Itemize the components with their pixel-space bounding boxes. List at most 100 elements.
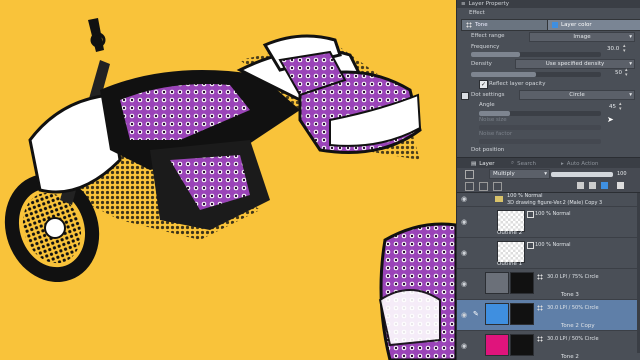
layer-color-toggle-icon[interactable] (601, 182, 608, 189)
layer-row-tone-2-copy[interactable]: ◉ ✎ 30.0 LPI / 50% Circle Tone 2 Copy (457, 300, 640, 331)
layer-row-outline-1[interactable]: ◉ 100 % Normal Outline 1 (457, 238, 640, 269)
tone-layer-icon (537, 336, 543, 342)
pen-icon: ✎ (473, 310, 479, 318)
tone-layer-icon (537, 274, 543, 280)
tab-layer[interactable]: ▤ Layer (471, 159, 495, 168)
visibility-eye-icon[interactable]: ◉ (461, 196, 469, 203)
layer-property-title: Layer Property (468, 1, 509, 7)
noise-size-label: Noise size (479, 117, 507, 123)
motorcycle-illustration (4, 18, 456, 360)
noise-size-slider[interactable] (479, 125, 601, 130)
new-layer-icon[interactable] (589, 182, 596, 189)
play-icon: ▸ (561, 160, 564, 167)
layer-thumbnail (497, 241, 525, 263)
layer-opacity-slider[interactable] (551, 172, 613, 177)
layer-blend-label: 30.0 LPI / 75% Circle (547, 274, 599, 280)
panel-grip-icon: ≡ (461, 1, 466, 7)
layer-mask-thumbnail (510, 272, 534, 294)
layer-property-titlebar[interactable]: ≡ Layer Property (457, 0, 640, 8)
reflect-opacity-checkbox[interactable]: ✓ (479, 80, 488, 89)
tone-effect-button[interactable]: Tone (461, 19, 551, 31)
layer-toolbar (457, 180, 640, 193)
chevron-down-icon: ▾ (629, 34, 632, 40)
layer-color-button[interactable]: Layer color (547, 19, 640, 31)
layer-thumbnail (485, 334, 509, 356)
visibility-eye-icon[interactable]: ◉ (461, 312, 469, 319)
layer-blend-label: 30.0 LPI / 50% Circle (547, 305, 599, 311)
density-stepper[interactable]: ▴ ▾ (625, 68, 628, 78)
layer-row-tone-3[interactable]: ◉ 30.0 LPI / 75% Circle Tone 3 (457, 269, 640, 300)
noise-factor-label: Noise factor (479, 131, 513, 137)
dot-settings-checkbox[interactable] (461, 92, 469, 100)
layer-settings-icon[interactable] (465, 170, 474, 179)
chevron-down-icon: ▾ (544, 171, 547, 177)
drawing-canvas[interactable] (0, 0, 456, 360)
reflect-opacity-label: Reflect layer opacity (489, 81, 546, 87)
tab-search[interactable]: ⌕ Search (511, 159, 536, 168)
layer-color-swatch-icon (552, 22, 558, 28)
tone-icon (466, 22, 472, 28)
layer-blend-label: 30.0 LPI / 50% Circle (547, 336, 599, 342)
layer-row-folder[interactable]: ◉ 100 % Normal 3D drawing figure-Ver.2 (… (457, 193, 640, 207)
density-label: Density (471, 61, 492, 67)
chevron-down-icon: ▾ (629, 61, 632, 67)
layer-thumbnail (497, 210, 525, 232)
density-value: Use specified density (545, 61, 605, 67)
layer-name: Tone 2 (561, 354, 579, 360)
raster-layer-icon (527, 211, 534, 218)
effect-range-value: Image (573, 34, 591, 40)
layer-name: Outline 2 (497, 230, 523, 236)
effect-range-label: Effect range (471, 33, 505, 39)
layer-blend-label: 100 % Normal (535, 211, 571, 217)
right-panel: ≡ Layer Property Effect Tone Layer color… (456, 0, 640, 360)
delete-layer-icon[interactable] (617, 182, 624, 189)
layer-thumbnail (485, 303, 509, 325)
tab-search-label: Search (517, 160, 536, 167)
layer-blend-label: 100 % Normal (507, 193, 543, 199)
noise-factor-slider[interactable] (479, 139, 601, 144)
visibility-eye-icon[interactable]: ◉ (461, 250, 469, 257)
density-slider[interactable] (471, 72, 601, 77)
frequency-stepper[interactable]: ▴ ▾ (623, 44, 626, 54)
angle-slider[interactable] (479, 111, 601, 116)
tab-layer-label: Layer (479, 160, 495, 167)
clip-icon[interactable] (465, 182, 474, 191)
raster-layer-icon (527, 242, 534, 249)
visibility-eye-icon[interactable]: ◉ (461, 219, 469, 226)
search-icon: ⌕ (511, 160, 515, 166)
tab-auto-action[interactable]: ▸ Auto Action (561, 159, 599, 168)
density-number[interactable]: 50 (615, 70, 622, 76)
frequency-label: Frequency (471, 44, 500, 50)
layer-name: Outline 1 (497, 261, 523, 267)
layer-tabs-bar: ▤ Layer ⌕ Search ▸ Auto Action (457, 157, 640, 168)
dot-settings-value: Circle (569, 92, 585, 98)
effect-range-select[interactable]: Image ▾ (529, 32, 635, 42)
blend-mode-value: Multiply (493, 171, 515, 177)
layers-icon: ▤ (471, 160, 477, 167)
layer-thumbnail (485, 272, 509, 294)
angle-value[interactable]: 45 (609, 104, 616, 110)
frequency-value[interactable]: 30.0 (607, 46, 619, 52)
tab-auto-action-label: Auto Action (566, 160, 599, 167)
density-select[interactable]: Use specified density ▾ (515, 59, 635, 69)
dot-settings-label: Dot settings (471, 92, 505, 98)
dot-settings-select[interactable]: Circle ▾ (519, 90, 635, 100)
layer-blend-label: 100 % Normal (535, 242, 571, 248)
reference-icon[interactable] (493, 182, 502, 191)
folder-icon (495, 196, 503, 202)
visibility-eye-icon[interactable]: ◉ (461, 281, 469, 288)
tone-button-label: Tone (475, 22, 488, 28)
mask-icon[interactable] (577, 182, 584, 189)
lock-icon[interactable] (479, 182, 488, 191)
layer-row-tone-2[interactable]: ◉ 30.0 LPI / 50% Circle Tone 2 (457, 331, 640, 360)
blend-mode-select[interactable]: Multiply ▾ (489, 169, 550, 179)
angle-stepper[interactable]: ▴ ▾ (619, 102, 622, 112)
layer-opacity-value[interactable]: 100 (617, 171, 627, 177)
layer-name: Tone 3 (561, 292, 579, 298)
visibility-eye-icon[interactable]: ◉ (461, 343, 469, 350)
dot-position-label: Dot position (471, 147, 505, 153)
layer-row-outline-2[interactable]: ◉ 100 % Normal Outline 2 (457, 207, 640, 238)
layer-color-button-label: Layer color (561, 22, 592, 28)
tone-layer-icon (537, 305, 543, 311)
frequency-slider[interactable] (471, 52, 601, 57)
